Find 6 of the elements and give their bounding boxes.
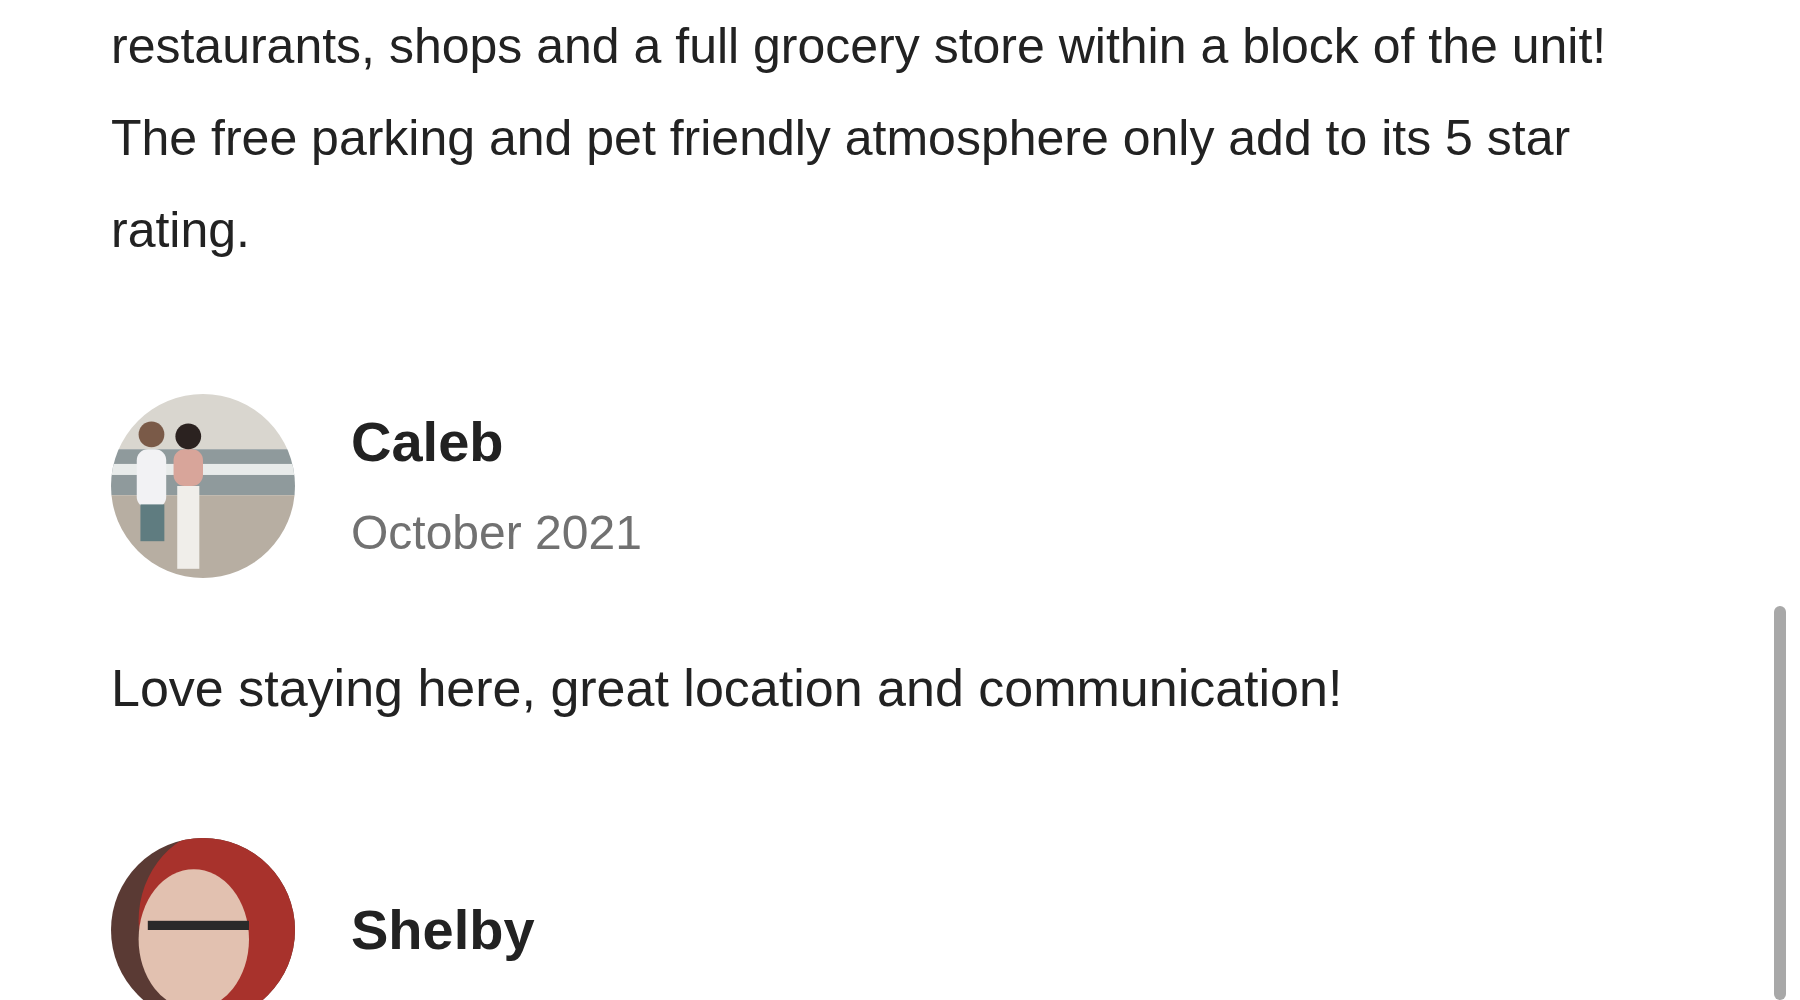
review-text: restaurants, shops and a full grocery store within a block of the unit! The free parking and pet friendly atmosphere only add to its 5 star rating. (111, 17, 1608, 260)
reviewer-name: Caleb (351, 410, 505, 474)
review-date: October 2021 (351, 505, 642, 561)
reviewer-name: Shelby (351, 898, 535, 962)
scrollbar[interactable] (1774, 606, 1786, 1000)
review-text: Love staying here, great location and communication! (111, 658, 1344, 719)
